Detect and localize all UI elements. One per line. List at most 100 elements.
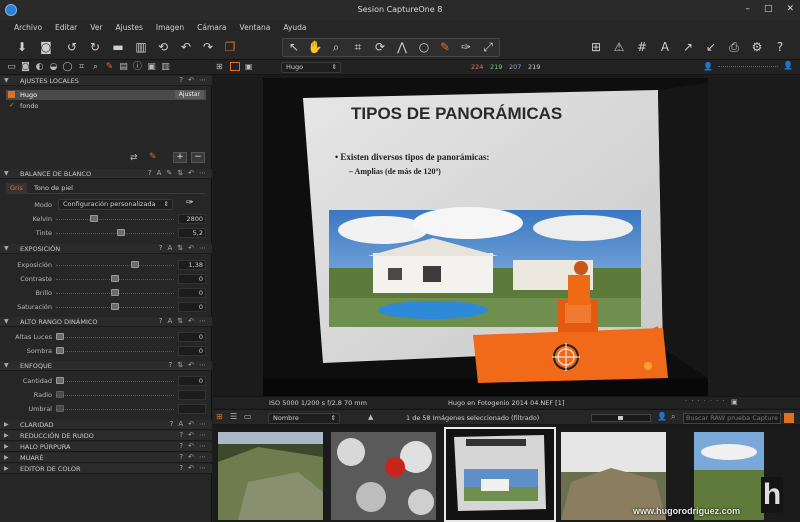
maximize-button[interactable]: □ bbox=[764, 4, 773, 14]
reset-icon[interactable]: ↶ bbox=[188, 464, 194, 472]
menu-ayuda[interactable]: Ayuda bbox=[283, 23, 306, 32]
copy-icon[interactable]: ⇅ bbox=[177, 317, 183, 325]
more-icon[interactable]: ⋯ bbox=[199, 361, 206, 369]
shadows-slider[interactable] bbox=[56, 347, 64, 354]
tint-value[interactable]: 5,2 bbox=[178, 228, 206, 238]
exposure-header[interactable]: ▼ EXPOSICIÓN ? A ⇅ ↶ ⋯ bbox=[0, 244, 212, 254]
text-icon[interactable]: A bbox=[657, 39, 673, 55]
contrast-value[interactable]: 0 bbox=[178, 274, 206, 284]
reset-icon[interactable]: ↶ bbox=[188, 244, 194, 252]
kelvin-slider[interactable] bbox=[90, 215, 98, 222]
layer-checkbox[interactable] bbox=[8, 91, 15, 98]
more-icon[interactable]: ⋯ bbox=[199, 431, 206, 439]
shadows-value[interactable]: 0 bbox=[178, 346, 206, 356]
brightness-value[interactable]: 0 bbox=[178, 288, 206, 298]
grid-overlay-icon[interactable]: # bbox=[634, 39, 650, 55]
moire-header[interactable]: ▶ MUARÉ ? ↶ ⋯ bbox=[0, 453, 212, 463]
copy-icon[interactable]: ⇅ bbox=[177, 244, 183, 252]
more-icon[interactable]: ⋯ bbox=[199, 453, 206, 461]
thumbnail-item[interactable] bbox=[218, 432, 323, 520]
radius-slider[interactable] bbox=[56, 391, 64, 398]
highlights-slider[interactable] bbox=[56, 333, 64, 340]
local-adjustments-header[interactable]: ▼ AJUSTES LOCALES ? ↶ ⋯ bbox=[0, 76, 212, 86]
more-icon[interactable]: ⋯ bbox=[199, 420, 206, 428]
lens-tab-icon[interactable]: ◯ bbox=[62, 62, 73, 73]
capture-tab-icon[interactable]: ◙ bbox=[20, 62, 31, 73]
search-icon[interactable]: ⌕ bbox=[671, 412, 675, 422]
saturation-slider[interactable] bbox=[111, 303, 119, 310]
more-icon[interactable]: ⋯ bbox=[199, 464, 206, 472]
menu-ver[interactable]: Ver bbox=[90, 23, 102, 32]
close-button[interactable]: ✕ bbox=[786, 4, 794, 14]
menu-archivo[interactable]: Archivo bbox=[14, 23, 42, 32]
picker-icon[interactable]: ✎ bbox=[166, 169, 172, 177]
reset-icon[interactable]: ↶ bbox=[188, 317, 194, 325]
white-balance-header[interactable]: ▼ BALANCE DE BLANCO ? A ✎ ⇅ ↶ ⋯ bbox=[0, 169, 212, 179]
more-icon[interactable]: ⋯ bbox=[199, 244, 206, 252]
grid-view-icon[interactable]: ⊞ bbox=[588, 39, 604, 55]
exposure-tab-icon[interactable]: ◒ bbox=[48, 62, 59, 73]
tab-tono-de-piel[interactable]: Tono de piel bbox=[34, 183, 73, 193]
check-icon[interactable]: ✓ bbox=[9, 101, 15, 109]
adjust-button[interactable]: Ajustar bbox=[174, 90, 204, 99]
more-icon[interactable]: ⋯ bbox=[199, 442, 206, 450]
undo-all-icon[interactable]: ⟲ bbox=[155, 39, 171, 55]
thumbnail-grid-icon[interactable]: ⊞ bbox=[216, 412, 223, 421]
highlights-value[interactable]: 0 bbox=[178, 332, 206, 342]
reset-icon[interactable]: ↶ bbox=[188, 420, 194, 428]
layer-row-hugo[interactable]: Hugo Ajustar bbox=[6, 90, 206, 100]
menu-ventana[interactable]: Ventana bbox=[240, 23, 271, 32]
auto-icon[interactable]: A bbox=[178, 420, 183, 428]
single-view-icon[interactable] bbox=[230, 62, 240, 71]
reset-icon[interactable]: ↶ bbox=[188, 431, 194, 439]
menu-imagen[interactable]: Imagen bbox=[156, 23, 184, 32]
help-icon[interactable]: ? bbox=[159, 244, 163, 252]
reset-icon[interactable]: ↶ bbox=[188, 453, 194, 461]
gear-icon[interactable]: ⚙ bbox=[749, 39, 765, 55]
thumbnail-size-slider[interactable] bbox=[591, 414, 651, 422]
pager-dots[interactable]: ······· bbox=[685, 397, 729, 405]
help-icon[interactable]: ? bbox=[170, 420, 174, 428]
pan-hand-icon[interactable]: ✋ bbox=[307, 39, 323, 55]
kelvin-value[interactable]: 2800 bbox=[178, 214, 206, 224]
help-icon[interactable]: ? bbox=[179, 464, 183, 472]
batch-tab-icon[interactable]: ▥ bbox=[160, 62, 171, 73]
thumbnail-item-selected[interactable] bbox=[444, 427, 556, 522]
help-icon[interactable]: ? bbox=[169, 361, 173, 369]
picker-icon[interactable]: ✑ bbox=[458, 39, 474, 55]
composition-tab-icon[interactable]: ⌗ bbox=[76, 62, 87, 73]
purple-fringe-header[interactable]: ▶ HALO PÚRPURA ? ↶ ⋯ bbox=[0, 442, 212, 452]
saturation-value[interactable]: 0 bbox=[178, 302, 206, 312]
filmstrip-icon[interactable]: ▭ bbox=[244, 412, 252, 421]
import-icon[interactable]: ⬇ bbox=[14, 39, 30, 55]
thumbnail-item[interactable] bbox=[331, 432, 436, 520]
copy-icon[interactable]: ⇅ bbox=[177, 169, 183, 177]
select-cursor-icon[interactable]: ↖ bbox=[286, 39, 302, 55]
user-icon[interactable]: 👤 bbox=[703, 62, 713, 71]
exposure-value[interactable]: 1,38 bbox=[178, 260, 206, 270]
threshold-value[interactable] bbox=[178, 404, 206, 414]
print-icon[interactable]: ⎙ bbox=[726, 39, 742, 55]
contrast-slider[interactable] bbox=[111, 275, 119, 282]
camera-icon[interactable]: ◙ bbox=[38, 39, 54, 55]
add-layer-button[interactable]: + bbox=[173, 152, 187, 163]
main-photo[interactable]: TIPOS DE PANORÁMICAS • Existen diversos … bbox=[263, 78, 708, 397]
rotate-right-icon[interactable]: ↻ bbox=[87, 39, 103, 55]
sort-dropdown[interactable]: Nombre ⇕ bbox=[268, 413, 340, 424]
amount-slider[interactable] bbox=[56, 377, 64, 384]
details-tab-icon[interactable]: ⌕ bbox=[90, 62, 101, 73]
copy-icon[interactable]: ⇅ bbox=[177, 361, 183, 369]
help-icon[interactable]: ? bbox=[159, 317, 163, 325]
compare-view-icon[interactable]: ▣ bbox=[245, 62, 253, 71]
help-icon[interactable]: ? bbox=[772, 39, 788, 55]
variants-icon[interactable]: ❐ bbox=[222, 39, 238, 55]
multi-view-icon[interactable]: ⊞ bbox=[216, 62, 223, 71]
export-icon[interactable]: ↗ bbox=[680, 39, 696, 55]
auto-icon[interactable]: A bbox=[167, 244, 172, 252]
output-tab-icon[interactable]: ▣ bbox=[146, 62, 157, 73]
undo-icon[interactable]: ↶ bbox=[178, 39, 194, 55]
reset-icon[interactable]: ↶ bbox=[188, 169, 194, 177]
reset-icon[interactable]: ↶ bbox=[188, 361, 194, 369]
help-icon[interactable]: ? bbox=[179, 76, 183, 84]
process-icon[interactable]: ↙ bbox=[703, 39, 719, 55]
